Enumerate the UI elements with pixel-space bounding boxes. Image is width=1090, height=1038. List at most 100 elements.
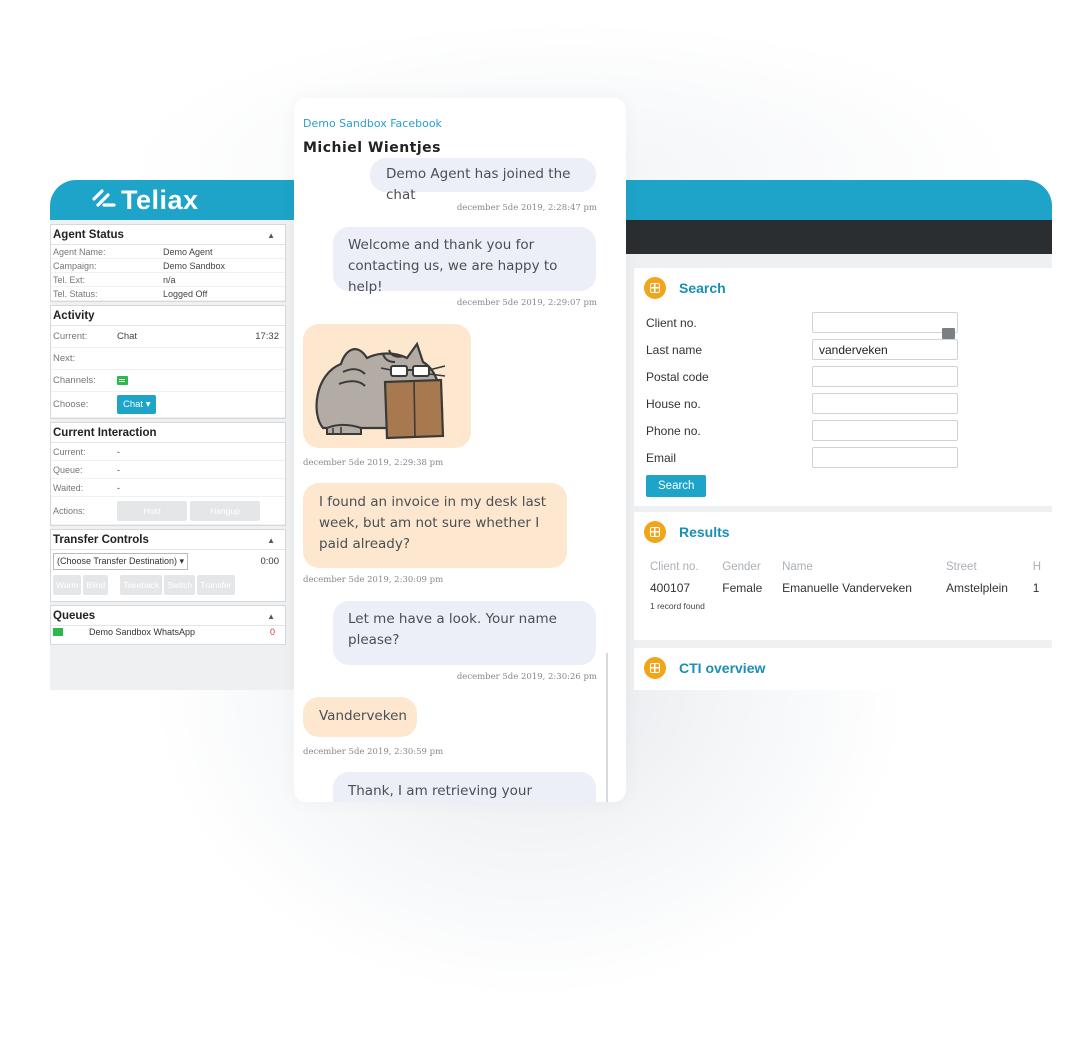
email-label: Email xyxy=(646,450,677,465)
transfer-controls-box: Transfer Controls ▲ (Choose Transfer Des… xyxy=(50,529,286,602)
campaign-value: Demo Sandbox xyxy=(163,260,226,271)
search-box: Search Client no. Last name vanderveken P… xyxy=(634,268,1052,506)
transfer-controls-title: Transfer Controls xyxy=(53,534,149,546)
activity-title: Activity xyxy=(53,310,95,322)
chat-source: Demo Sandbox Facebook xyxy=(303,117,442,130)
activity-next-label: Next: xyxy=(53,353,76,364)
chat-channel-icon[interactable] xyxy=(117,376,128,385)
activity-timer: 17:32 xyxy=(255,331,279,342)
agent-panel-header: Teliax xyxy=(50,180,294,220)
client-no-row: Client no. xyxy=(634,309,1052,336)
interaction-current-label: Current: xyxy=(53,446,86,457)
last-name-input[interactable]: vanderveken xyxy=(812,339,958,360)
results-count: 1 record found xyxy=(650,601,705,611)
postal-code-input[interactable] xyxy=(812,366,958,387)
col-house[interactable]: H xyxy=(1033,561,1052,573)
queue-name: Demo Sandbox WhatsApp xyxy=(89,627,196,637)
chat-message: Let me have a look. Your name please? xyxy=(333,601,596,665)
tel-status-value: Logged Off xyxy=(163,288,208,299)
house-no-label: House no. xyxy=(646,396,701,411)
postal-code-label: Postal code xyxy=(646,369,709,384)
crm-toolbar xyxy=(626,220,1052,254)
transfer-buttons: Warm Blind Takeback Switch Transfer xyxy=(51,572,285,601)
actions-label: Actions: xyxy=(53,505,86,516)
tel-status-label: Tel. Status: xyxy=(53,288,98,299)
cell-gender: Female xyxy=(722,581,763,595)
col-street[interactable]: Street xyxy=(946,561,1033,573)
col-gender[interactable]: Gender xyxy=(722,561,782,573)
takeback-button[interactable]: Takeback xyxy=(120,575,163,595)
tel-ext-row: Tel. Ext: n/a xyxy=(51,273,285,287)
interaction-queue-row: Queue: - xyxy=(51,461,285,479)
message-timestamp: december 5de 2019, 2:30:09 pm xyxy=(303,575,444,585)
transfer-timer: 0:00 xyxy=(260,555,280,567)
interaction-current-value: - xyxy=(117,446,120,457)
tel-ext-value: n/a xyxy=(163,274,176,285)
message-timestamp: december 5de 2019, 2:30:59 pm xyxy=(303,747,444,757)
message-timestamp: december 5de 2019, 2:29:38 pm xyxy=(303,458,444,468)
transfer-destination-row: (Choose Transfer Destination) ▾ 0:00 xyxy=(51,550,285,572)
interaction-waited-label: Waited: xyxy=(53,482,84,493)
hold-button[interactable]: Hold xyxy=(117,500,187,521)
transfer-controls-header[interactable]: Transfer Controls ▲ xyxy=(51,530,285,550)
tel-status-row: Tel. Status: Logged Off xyxy=(51,287,285,301)
last-name-label: Last name xyxy=(646,342,703,357)
email-input[interactable] xyxy=(812,447,958,468)
cti-title: CTI overview xyxy=(679,660,766,676)
queues-title: Queues xyxy=(53,610,96,622)
queue-item[interactable]: Demo Sandbox WhatsApp 0 xyxy=(51,626,285,638)
current-interaction-box: Current Interaction Current: - Queue: - Wa… xyxy=(50,422,286,526)
current-interaction-header: Current Interaction xyxy=(51,423,285,443)
client-no-label: Client no. xyxy=(646,315,697,330)
chat-message: Thank, I am retrieving your invoices... xyxy=(333,772,596,802)
agent-panel: Teliax Agent Status ▲ Agent Name: Demo Ag… xyxy=(50,180,294,690)
agent-name-label: Agent Name: xyxy=(53,246,106,257)
collapse-icon[interactable]: ▲ xyxy=(267,231,275,240)
phone-no-label: Phone no. xyxy=(646,423,701,438)
interaction-actions-row: Actions: Hold Hangup xyxy=(51,497,285,525)
chat-scrollbar[interactable] xyxy=(606,653,608,802)
chat-message: I found an invoice in my desk last week,… xyxy=(303,483,567,568)
transfer-destination-select[interactable]: (Choose Transfer Destination) ▾ xyxy=(53,552,189,570)
collapse-icon[interactable]: ▲ xyxy=(267,536,275,545)
phone-no-row: Phone no. xyxy=(634,417,1052,444)
client-no-input[interactable] xyxy=(812,312,958,333)
interaction-waited-value: - xyxy=(117,482,120,493)
last-name-row: Last name vanderveken xyxy=(634,336,1052,363)
crm-header xyxy=(626,180,1052,220)
search-button[interactable]: Search xyxy=(646,475,707,497)
queues-header[interactable]: Queues ▲ xyxy=(51,606,285,626)
cti-overview-box: CTI overview xyxy=(634,648,1052,690)
switch-button[interactable]: Switch xyxy=(164,575,196,595)
message-timestamp: december 5de 2019, 2:30:26 pm xyxy=(456,672,597,682)
choose-chat-button[interactable]: Chat ▾ xyxy=(117,395,157,414)
house-no-input[interactable] xyxy=(812,393,958,414)
id-card-icon[interactable] xyxy=(942,328,955,339)
transfer-button[interactable]: Transfer xyxy=(197,575,235,595)
teliax-logo: Teliax xyxy=(92,185,199,216)
results-section-icon xyxy=(644,521,666,543)
table-row[interactable]: 400107 Female Emanuelle Vanderveken Amst… xyxy=(634,581,1052,595)
activity-current-value: Chat xyxy=(117,331,138,342)
phone-no-input[interactable] xyxy=(812,420,958,441)
warm-transfer-button[interactable]: Warm xyxy=(53,575,82,595)
house-no-row: House no. xyxy=(634,390,1052,417)
teliax-logo-text: Teliax xyxy=(121,185,199,215)
activity-next-row: Next: xyxy=(51,348,285,370)
cell-street: Amstelplein xyxy=(945,581,1008,595)
interaction-queue-label: Queue: xyxy=(53,464,83,475)
choose-label: Choose: xyxy=(53,399,89,410)
col-name[interactable]: Name xyxy=(782,561,946,573)
collapse-icon[interactable]: ▲ xyxy=(267,612,275,621)
channels-label: Channels: xyxy=(53,375,96,386)
activity-choose-row: Choose: Chat ▾ xyxy=(51,392,285,418)
tel-ext-label: Tel. Ext: xyxy=(53,274,86,285)
agent-status-box: Agent Status ▲ Agent Name: Demo Agent Cam… xyxy=(50,224,286,302)
col-client-no[interactable]: Client no. xyxy=(650,561,722,573)
blind-transfer-button[interactable]: Blind xyxy=(83,575,109,595)
campaign-row: Campaign: Demo Sandbox xyxy=(51,259,285,273)
hangup-button[interactable]: Hangup xyxy=(190,500,260,521)
agent-status-header[interactable]: Agent Status ▲ xyxy=(51,225,285,245)
interaction-queue-value: - xyxy=(117,464,120,475)
interaction-current-row: Current: - xyxy=(51,443,285,461)
